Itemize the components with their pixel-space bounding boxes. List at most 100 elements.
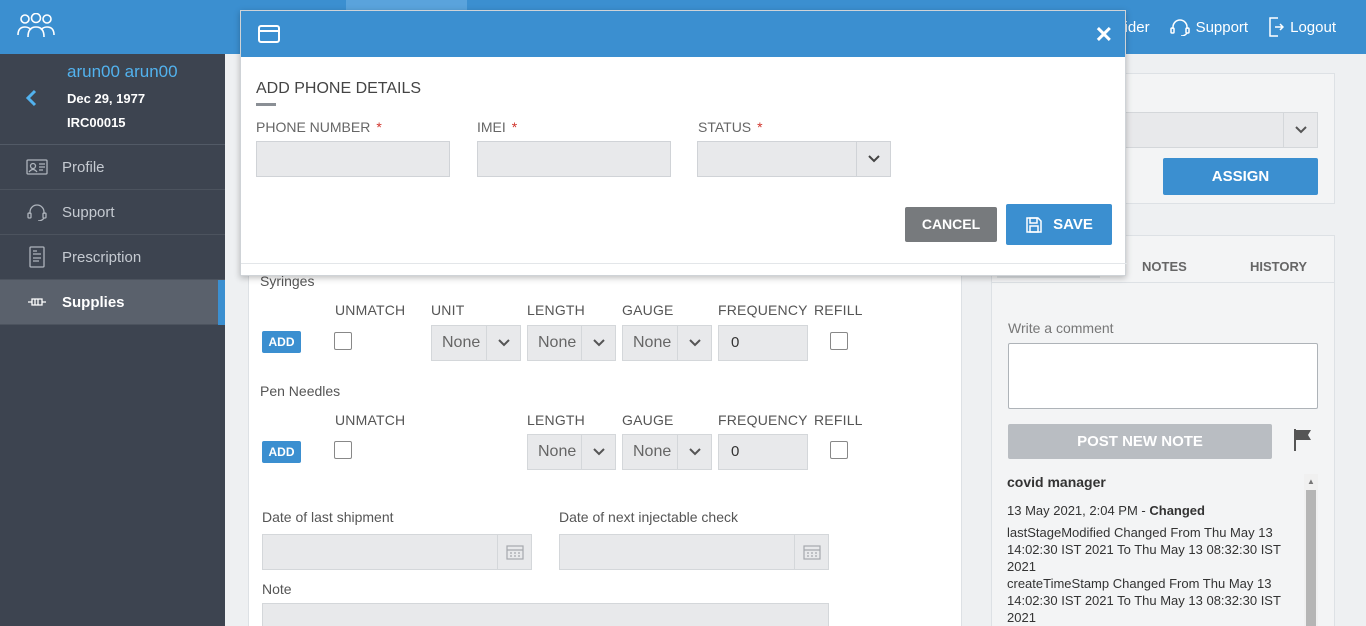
status-label: STATUS *: [698, 119, 763, 135]
syringes-add-button[interactable]: ADD: [262, 331, 301, 353]
history-entry: createTimeStamp Changed From Thu May 13 …: [1007, 576, 1281, 625]
imei-input[interactable]: [477, 141, 671, 177]
syringes-frequency-input[interactable]: 0: [718, 325, 808, 361]
patient-name[interactable]: arun00 arun00: [67, 62, 178, 82]
comment-textarea[interactable]: [1008, 343, 1318, 409]
pen-needles-title: Pen Needles: [260, 383, 341, 399]
sidebar-item-label: Profile: [62, 158, 105, 176]
top-right-menu: ider Support Logout: [1125, 0, 1336, 54]
required-marker: *: [511, 119, 518, 135]
syringes-unit-select[interactable]: None: [431, 325, 521, 361]
headset-icon: [1169, 19, 1190, 36]
syringes-length-select[interactable]: None: [527, 325, 616, 361]
save-button[interactable]: SAVE: [1006, 204, 1112, 245]
scroll-up-icon[interactable]: ▲: [1307, 477, 1315, 486]
imei-label-text: IMEI: [477, 119, 506, 135]
patient-dob: Dec 29, 1977: [67, 91, 146, 106]
modal-header: ✕: [241, 11, 1125, 57]
chevron-down-icon: [677, 326, 711, 360]
pen-col-frequency: FREQUENCY: [718, 412, 808, 428]
sidebar-item-support[interactable]: Support: [0, 190, 225, 235]
scrollbar-thumb[interactable]: [1306, 490, 1316, 626]
floppy-disk-icon: [1026, 216, 1042, 233]
logout-label: Logout: [1290, 18, 1336, 36]
brand-logo[interactable]: [0, 0, 225, 54]
syringes-col-gauge: GAUGE: [622, 302, 674, 318]
pen-refill-checkbox[interactable]: [830, 441, 848, 459]
tab-notes[interactable]: NOTES: [1142, 259, 1187, 274]
history-date: 13 May 2021, 2:04 PM -: [1007, 503, 1150, 518]
sidebar-item-label: Support: [62, 203, 115, 221]
support-label: Support: [1195, 18, 1249, 36]
window-icon: [258, 25, 280, 43]
syringes-refill-checkbox[interactable]: [830, 332, 848, 350]
pen-frequency-input[interactable]: 0: [718, 434, 808, 470]
history-list: covid manager 13 May 2021, 2:04 PM - Cha…: [1007, 474, 1297, 626]
pen-needles-add-button[interactable]: ADD: [262, 441, 301, 463]
comment-label: Write a comment: [1008, 320, 1114, 336]
phone-number-input[interactable]: [256, 141, 450, 177]
logout-link[interactable]: Logout: [1268, 17, 1336, 37]
select-value: None: [442, 334, 481, 351]
support-link[interactable]: Support: [1169, 18, 1249, 36]
select-value: None: [633, 443, 672, 460]
history-action: Changed: [1149, 503, 1205, 518]
next-check-date-input[interactable]: [559, 534, 829, 570]
required-marker: *: [376, 119, 382, 135]
pen-col-unmatch: UNMATCH: [335, 412, 406, 428]
last-shipment-label: Date of last shipment: [262, 509, 394, 525]
sidebar-item-label: Prescription: [62, 248, 142, 266]
close-icon[interactable]: ✕: [1095, 22, 1113, 48]
phone-label-text: PHONE NUMBER: [256, 119, 371, 135]
prescription-icon: [29, 246, 45, 268]
add-phone-modal: ✕ ADD PHONE DETAILS PHONE NUMBER * IMEI * …: [240, 10, 1127, 276]
assign-select[interactable]: [1125, 112, 1318, 148]
pen-unmatch-checkbox[interactable]: [334, 441, 352, 459]
tab-history[interactable]: HISTORY: [1250, 259, 1307, 274]
syringes-gauge-select[interactable]: None: [622, 325, 712, 361]
sidebar: arun00 arun00 Dec 29, 1977 IRC00015 Prof…: [0, 54, 225, 626]
syringes-unmatch-checkbox[interactable]: [334, 332, 352, 350]
next-check-label: Date of next injectable check: [559, 509, 738, 525]
imei-label: IMEI *: [477, 119, 517, 135]
post-note-button[interactable]: POST NEW NOTE: [1008, 424, 1272, 459]
syringes-col-refill: REFILL: [814, 302, 863, 318]
note-input[interactable]: [262, 603, 829, 626]
provider-link[interactable]: ider: [1125, 19, 1150, 36]
history-scrollbar[interactable]: ▲: [1304, 474, 1318, 626]
flag-icon[interactable]: [1291, 427, 1315, 451]
history-timestamp: 13 May 2021, 2:04 PM - Changed: [1007, 502, 1297, 519]
select-value: None: [538, 334, 577, 351]
chevron-down-icon: [1283, 113, 1317, 147]
chevron-down-icon: [677, 435, 711, 469]
chevron-left-icon[interactable]: [25, 89, 37, 107]
calendar-icon[interactable]: [497, 535, 531, 569]
select-value: None: [538, 443, 577, 460]
history-entry: lastStageModified Changed From Thu May 1…: [1007, 525, 1281, 574]
calendar-icon[interactable]: [794, 535, 828, 569]
chevron-down-icon: [581, 326, 615, 360]
sidebar-item-profile[interactable]: Profile: [0, 145, 225, 190]
sidebar-item-supplies[interactable]: Supplies: [0, 280, 225, 325]
chevron-down-icon: [486, 326, 520, 360]
pen-length-select[interactable]: None: [527, 434, 616, 470]
title-underline: [256, 103, 276, 106]
syringes-col-length: LENGTH: [527, 302, 585, 318]
logout-icon: [1269, 17, 1285, 37]
patient-id: IRC00015: [67, 115, 126, 130]
group-users-icon: [17, 13, 55, 38]
pen-gauge-select[interactable]: None: [622, 434, 712, 470]
assign-button[interactable]: ASSIGN: [1163, 158, 1318, 195]
last-shipment-date-input[interactable]: [262, 534, 532, 570]
required-marker: *: [757, 119, 763, 135]
provider-label: ider: [1124, 18, 1150, 36]
sidebar-item-prescription[interactable]: Prescription: [0, 235, 225, 280]
chevron-down-icon: [856, 142, 890, 176]
note-label: Note: [262, 581, 292, 597]
headset-icon: [27, 204, 47, 221]
modal-footer-divider: [241, 263, 1127, 264]
phone-number-label: PHONE NUMBER *: [256, 119, 382, 135]
syringes-col-frequency: FREQUENCY: [718, 302, 808, 318]
cancel-button[interactable]: CANCEL: [905, 207, 997, 242]
status-select[interactable]: [697, 141, 891, 177]
